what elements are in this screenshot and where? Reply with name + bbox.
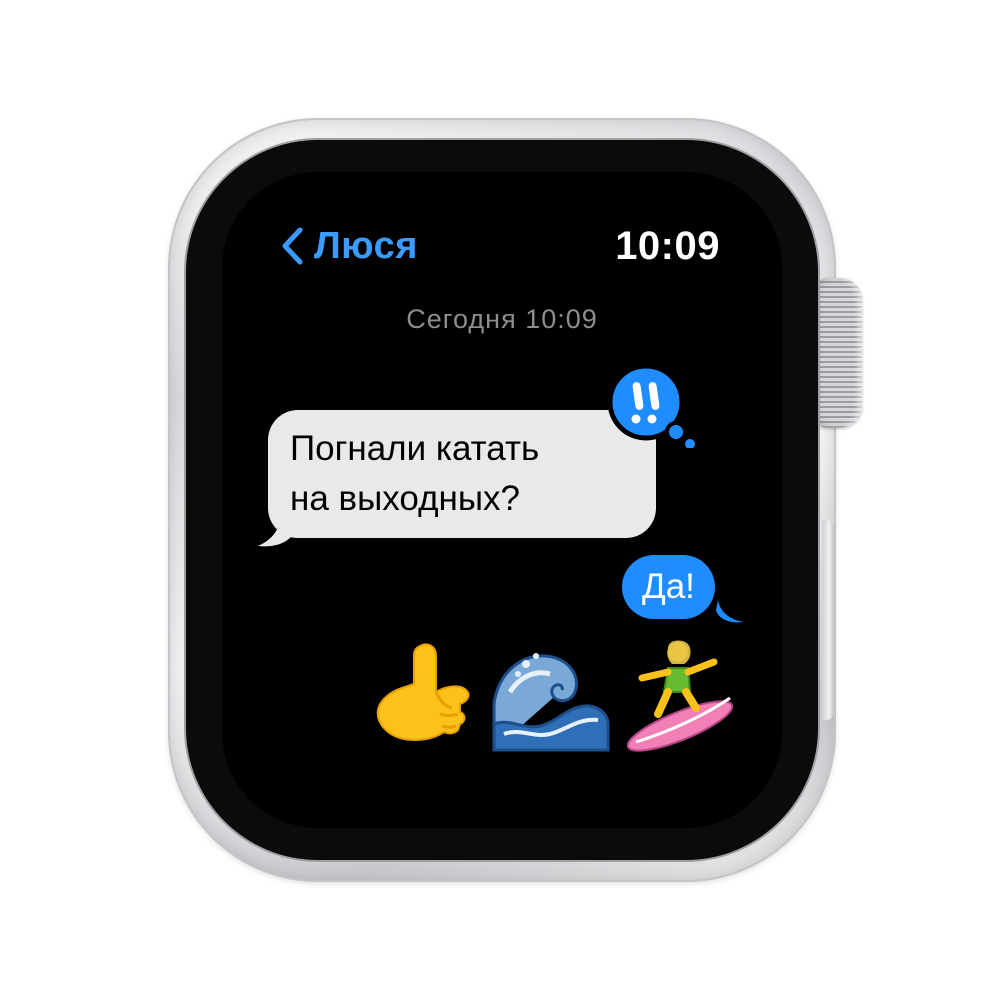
incoming-message-bubble[interactable]: Погнали катать на выходных? [268, 410, 656, 538]
clock: 10:09 [615, 224, 720, 268]
incoming-message-line: Погнали катать [290, 429, 540, 468]
chevron-left-icon [282, 227, 303, 265]
emoji-message[interactable] [362, 634, 742, 754]
incoming-message-line: на выходных? [290, 479, 520, 518]
back-button[interactable]: Люся [280, 222, 418, 270]
water-wave-icon [492, 653, 610, 752]
outgoing-bubble-tail [716, 600, 744, 623]
call-me-hand-icon [376, 643, 470, 741]
contact-name: Люся [314, 225, 418, 267]
outgoing-message-bubble[interactable]: Да! [622, 555, 715, 619]
status-bar: Люся 10:09 [280, 222, 720, 270]
exclamation-tapback-icon [607, 363, 695, 448]
date-stamp: Сегодня 10:09 [406, 304, 598, 334]
side-button[interactable] [822, 520, 834, 720]
watch-screen: Люся 10:09 Сегодня 10:09 Погнали катать … [222, 172, 782, 828]
woman-surfing-icon [626, 640, 734, 752]
digital-crown[interactable] [812, 278, 862, 428]
